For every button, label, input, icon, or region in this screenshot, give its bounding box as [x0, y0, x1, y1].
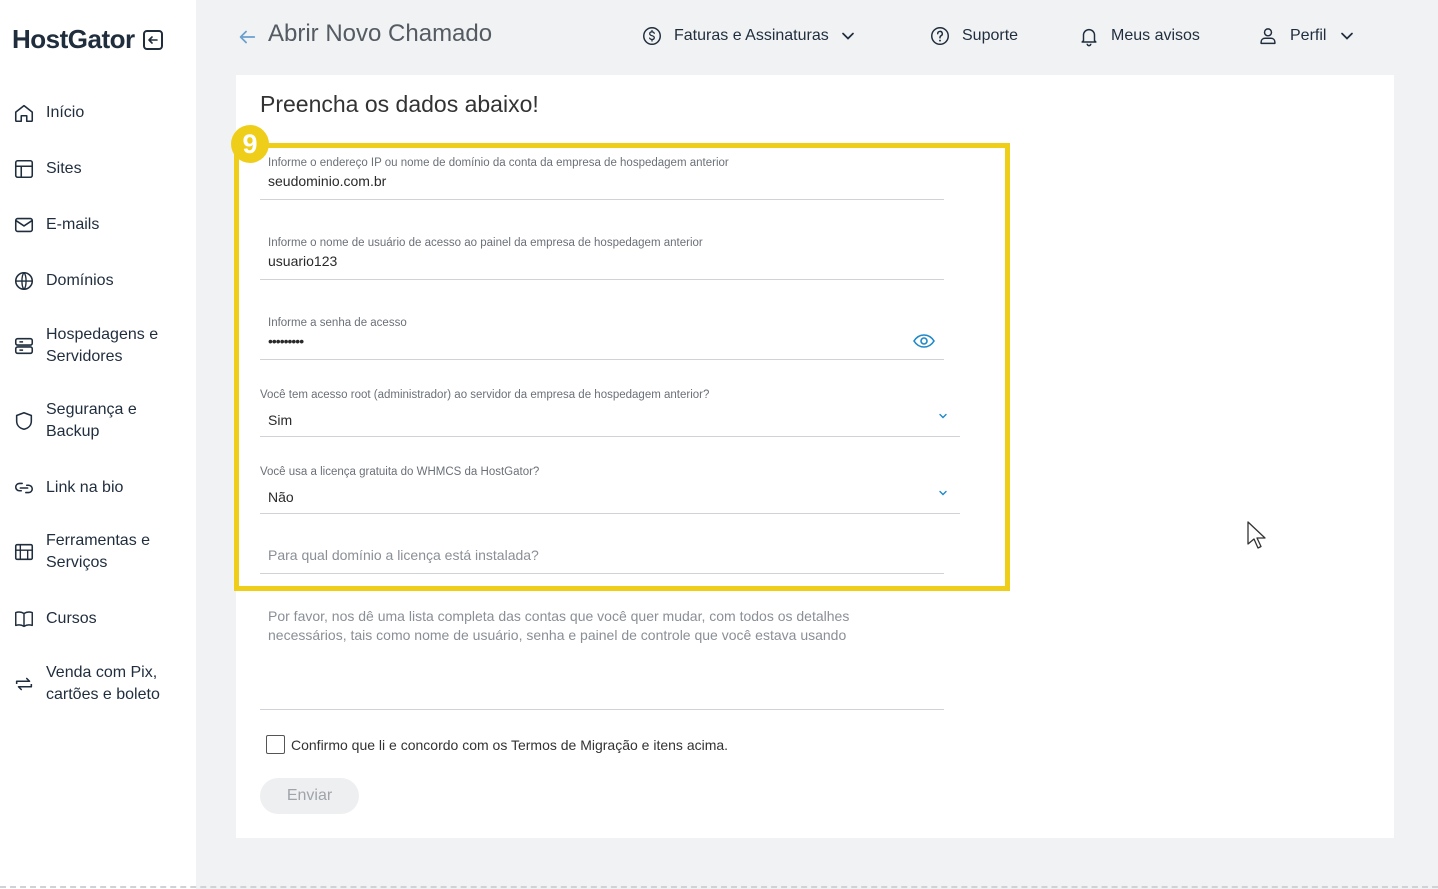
support-label: Suporte — [962, 27, 1019, 44]
sidebar-item-label: Link na bio — [46, 479, 124, 496]
sidebar-item-label: Sites — [46, 160, 82, 177]
step-highlight-box — [234, 143, 1010, 591]
notifications-label: Meus avisos — [1111, 27, 1200, 44]
support-link[interactable]: Suporte — [928, 24, 1018, 48]
brand-logo[interactable]: HostGator — [12, 24, 135, 55]
bell-icon — [1077, 24, 1101, 48]
dollar-icon — [640, 24, 664, 48]
terms-checkbox-row[interactable]: Confirmo que li e concordo com os Termos… — [266, 735, 728, 754]
sidebar-item-label: Venda com Pix, cartões e boleto — [46, 664, 160, 703]
collapse-sidebar-icon[interactable] — [142, 29, 163, 50]
sidebar-item-link-na-bio[interactable]: Link na bio — [12, 476, 186, 500]
sidebar-item-label: Hospedagens e Servidores — [46, 326, 159, 365]
accounts-placeholder[interactable]: Por favor, nos dê uma lista completa das… — [268, 607, 918, 645]
sidebar-item-dominios[interactable]: Domínios — [12, 269, 186, 293]
terms-label: Confirmo que li e concordo com os Termos… — [291, 736, 729, 753]
notifications-link[interactable]: Meus avisos — [1077, 24, 1200, 48]
shield-icon — [12, 409, 36, 433]
sidebar: HostGator Início Sites E-mails Domínios … — [0, 0, 196, 889]
sidebar-item-venda[interactable]: Venda com Pix, cartões e boleto — [12, 662, 186, 706]
back-arrow-icon[interactable] — [236, 26, 258, 48]
sidebar-item-label: Domínios — [46, 272, 114, 289]
profile-menu[interactable]: Perfil — [1256, 24, 1354, 48]
book-icon — [12, 607, 36, 631]
sidebar-item-label: E-mails — [46, 216, 100, 233]
logo-row: HostGator — [12, 24, 163, 55]
accounts-textarea[interactable]: Por favor, nos dê uma lista completa das… — [260, 600, 944, 710]
layout-icon — [12, 157, 36, 181]
step-badge: 9 — [231, 125, 269, 163]
home-icon — [12, 101, 36, 125]
sidebar-item-label: Início — [46, 104, 85, 121]
exchange-icon — [12, 672, 36, 696]
globe-icon — [12, 269, 36, 293]
link-icon — [12, 476, 36, 500]
chevron-down-icon — [1341, 32, 1354, 40]
help-icon — [928, 24, 952, 48]
sidebar-item-cursos[interactable]: Cursos — [12, 607, 186, 631]
billing-menu[interactable]: Faturas e Assinaturas — [640, 24, 855, 48]
billing-label: Faturas e Assinaturas — [674, 27, 829, 44]
sidebar-item-ferramentas[interactable]: Ferramentas e Serviços — [12, 530, 186, 574]
profile-label: Perfil — [1290, 27, 1327, 44]
sidebar-item-seguranca[interactable]: Segurança e Backup — [12, 399, 186, 443]
submit-button[interactable]: Enviar — [260, 778, 359, 814]
sidebar-item-label: Ferramentas e Serviços — [46, 532, 151, 571]
form-title: Preencha os dados abaixo! — [260, 91, 539, 117]
mail-icon — [12, 213, 36, 237]
sidebar-item-label: Cursos — [46, 610, 97, 627]
page-title: Abrir Novo Chamado — [268, 20, 493, 47]
sidebar-item-inicio[interactable]: Início — [12, 101, 186, 125]
chevron-down-icon — [841, 32, 854, 40]
user-icon — [1256, 24, 1280, 48]
sidebar-item-sites[interactable]: Sites — [12, 157, 186, 181]
server-icon — [12, 334, 36, 358]
terms-checkbox[interactable] — [266, 735, 285, 754]
tools-icon — [12, 540, 36, 564]
sidebar-item-hospedagens[interactable]: Hospedagens e Servidores — [12, 324, 186, 368]
mouse-cursor-icon — [1246, 520, 1268, 550]
sidebar-item-emails[interactable]: E-mails — [12, 213, 186, 237]
bottom-divider — [0, 886, 1438, 888]
sidebar-item-label: Segurança e Backup — [46, 401, 137, 440]
